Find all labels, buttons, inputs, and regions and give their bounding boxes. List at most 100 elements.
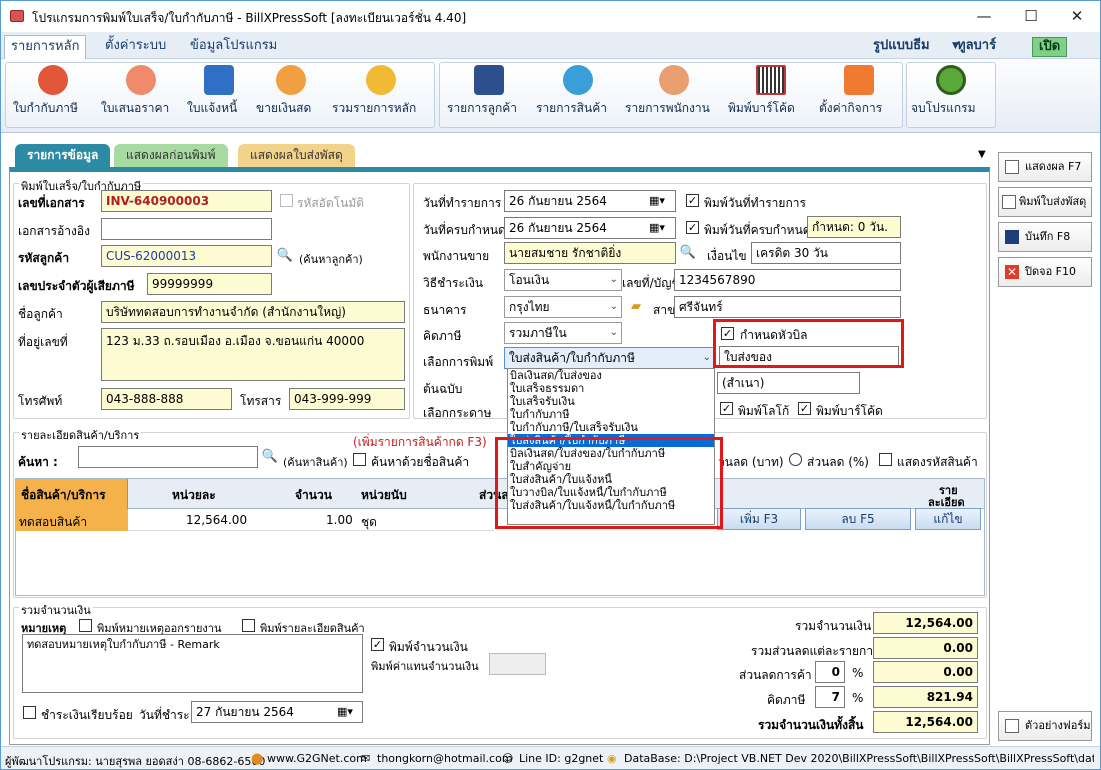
item-search-input[interactable] (78, 446, 258, 468)
show-code-checkbox[interactable] (879, 453, 892, 466)
theme-menu[interactable]: รูปแบบธีม (867, 35, 936, 59)
tab-print-preview[interactable]: แสดงผลก่อนพิมพ์ (114, 144, 228, 168)
acct-input[interactable]: 1234567890 (674, 269, 901, 291)
menu-tab-main[interactable]: รายการหลัก (4, 35, 87, 59)
dropdown-option[interactable]: ใบเสร็จรับเงิน (508, 395, 714, 408)
tabs-dropdown-icon[interactable]: ▼ (978, 149, 986, 160)
calendar-icon[interactable]: ▦▾ (649, 221, 665, 234)
discount-percent-radio[interactable] (789, 453, 802, 466)
print-due-label: พิมพ์วันที่ครบกำหนด (704, 223, 811, 237)
print-parcel-button[interactable]: พิมพ์ใบส่งพัสดุ (998, 187, 1092, 217)
print-logo-checkbox[interactable]: ✓ (720, 402, 733, 415)
customers-button[interactable]: รายการลูกค้า (447, 65, 531, 127)
cash-sale-button[interactable]: ขายเงินสด (256, 65, 326, 127)
tax-label: คิดภาษี (423, 329, 462, 343)
sample-form-button[interactable]: ตัวอย่างฟอร์ม (998, 711, 1092, 741)
cond-input[interactable]: เครดิต 30 วัน (751, 242, 901, 264)
status-website[interactable]: www.G2GNet.com (267, 752, 367, 765)
status-email[interactable]: thongkorn@hotmail.com (377, 752, 513, 765)
print-detail-checkbox[interactable] (242, 619, 255, 632)
cust-search-label: (ค้นหาลูกค้า) (299, 253, 363, 266)
print-due-checkbox[interactable]: ✓ (686, 221, 699, 234)
invoice-notice-button[interactable]: ใบแจ้งหนี้ (187, 65, 251, 127)
folder-icon[interactable]: ▰ (626, 297, 646, 317)
remark-textarea[interactable]: ทดสอบหมายเหตุใบกำกับภาษี - Remark (22, 634, 363, 693)
quotation-button[interactable]: ใบเสนอราคา (101, 65, 181, 127)
print-barcode-button[interactable]: พิมพ์บาร์โค้ด (728, 65, 814, 127)
dropdown-option[interactable]: ใบกำกับภาษี (508, 408, 714, 421)
delete-item-button[interactable]: ลบ F5 (805, 508, 911, 530)
col-unit[interactable]: หน่วยนับ (361, 486, 407, 505)
print-remark-checkbox[interactable] (79, 619, 92, 632)
row-unit: ชุด (361, 515, 377, 529)
address-input[interactable]: 123 ม.33 ถ.รอบเมือง อ.เมือง จ.ขอนแก่น 40… (101, 328, 405, 381)
status-developer: ผู้พัฒนาโปรแกรม: นายสุรพล ยอดสง่า 08-686… (5, 755, 266, 768)
col-qty[interactable]: จำนวน (295, 486, 332, 505)
add-item-button[interactable]: เพิ่ม F3 (717, 508, 801, 530)
tax-invoice-button[interactable]: ใบกำกับภาษี (13, 65, 93, 127)
status-database: DataBase: D:\Project VB.NET Dev 2020\Bil… (624, 752, 1094, 765)
calendar-icon[interactable]: ▦▾ (337, 705, 353, 718)
all-documents-button[interactable]: รวมรายการหลัก (332, 65, 430, 127)
toolbar-toggle[interactable]: เปิด (1032, 37, 1068, 57)
preview-button[interactable]: แสดงผล F7 (998, 152, 1092, 182)
cust-code-input[interactable]: CUS-62000013 (101, 245, 272, 267)
ref-doc-input[interactable] (101, 218, 272, 240)
dropdown-option[interactable]: ใบกำกับภาษี/ใบเสร็จรับเงิน (508, 421, 714, 434)
dropdown-option[interactable]: บิลเงินสด/ใบส่งของ (508, 369, 714, 382)
auto-no-checkbox[interactable] (280, 194, 293, 207)
percent-sign: % (852, 691, 864, 705)
sales-input[interactable]: นายสมชาย รักชาติยิ่ง (504, 242, 676, 264)
fax-input[interactable]: 043-999-999 (289, 388, 405, 410)
app-window: โปรแกรมการพิมพ์ใบเสร็จ/ใบกำกับภาษี - Bil… (0, 0, 1101, 770)
close-button[interactable]: ✕ (1054, 1, 1100, 32)
employees-button[interactable]: รายการพนักงาน (625, 65, 723, 127)
pay-select[interactable]: โอนเงิน ⌄ (504, 269, 622, 291)
maximize-button[interactable]: ☐ (1008, 1, 1054, 32)
tab-parcel-preview[interactable]: แสดงผลใบส่งพัสดุ (238, 144, 355, 168)
products-button[interactable]: รายการสินค้า (536, 65, 620, 127)
discount-baht-label: วนลด (บาท) (718, 455, 784, 469)
print-barcode-checkbox[interactable]: ✓ (798, 402, 811, 415)
tax-select[interactable]: รวมภาษีใน ⌄ (504, 322, 622, 344)
calendar-icon[interactable]: ▦▾ (649, 194, 665, 207)
disc-percent-input[interactable]: 0 (815, 661, 845, 683)
bank-select[interactable]: กรุงไทย ⌄ (504, 296, 622, 318)
search-icon[interactable]: 🔍 (678, 243, 698, 263)
edit-item-button[interactable]: แก้ไข (915, 508, 981, 530)
phone-input[interactable]: 043-888-888 (101, 388, 232, 410)
customer-card-icon (474, 65, 504, 95)
due-days-input[interactable]: กำหนด: 0 วัน. (807, 216, 901, 238)
status-bar: ผู้พัฒนาโปรแกรม: นายสุรพล ยอดสง่า 08-686… (1, 746, 1100, 769)
col-price[interactable]: หน่วยละ (172, 486, 216, 505)
exit-program-button[interactable]: จบโปรแกรม (911, 65, 991, 127)
print-instead-input[interactable] (489, 653, 546, 675)
close-screen-button[interactable]: ✕ ปิดจอ F10 (998, 257, 1092, 287)
menu-tab-info[interactable]: ข้อมูลโปรแกรม (184, 35, 283, 59)
search-icon[interactable]: 🔍 (260, 447, 280, 467)
dropdown-option[interactable]: ใบเสร็จธรรมดา (508, 382, 714, 395)
ref-doc-label: เอกสารอ้างอิง (18, 224, 90, 238)
cust-name-input[interactable]: บริษัททดสอบการทำงานจำกัด (สำนักงานใหญ่) (101, 301, 405, 323)
paid-checkbox[interactable] (23, 706, 36, 719)
copy-input[interactable]: (สำเนา) (717, 372, 860, 394)
tab-data-entry[interactable]: รายการข้อมูล (15, 144, 111, 168)
business-settings-button[interactable]: ตั้งค่ากิจการ (819, 65, 899, 127)
print-logo-label: พิมพ์โลโก้ (738, 404, 790, 418)
search-icon[interactable]: 🔍 (275, 246, 295, 266)
print-type-select[interactable]: ใบส่งสินค้า/ใบกำกับภาษี ⌄ (504, 347, 715, 369)
branch-input[interactable]: ศรีจันทร์ (674, 296, 901, 318)
doc-no-input[interactable]: INV-640900003 (101, 190, 272, 212)
vat-percent-input[interactable]: 7 (815, 686, 845, 708)
minimize-button[interactable]: — (961, 1, 1007, 32)
doc-no-label: เลขที่เอกสาร (18, 196, 85, 210)
col-name[interactable]: ชื่อสินค้า/บริการ (21, 486, 106, 505)
save-button[interactable]: บันทึก F8 (998, 222, 1092, 252)
address-label: ที่อยู่เลขที่ (18, 335, 68, 349)
menu-tab-settings[interactable]: ตั้งค่าระบบ (99, 35, 172, 59)
search-by-name-checkbox[interactable] (353, 453, 366, 466)
disc-label: ส่วนลดการค้า (739, 668, 812, 682)
print-amount-checkbox[interactable]: ✓ (371, 638, 384, 651)
print-date-checkbox[interactable]: ✓ (686, 194, 699, 207)
tax-id-input[interactable]: 99999999 (147, 273, 272, 295)
